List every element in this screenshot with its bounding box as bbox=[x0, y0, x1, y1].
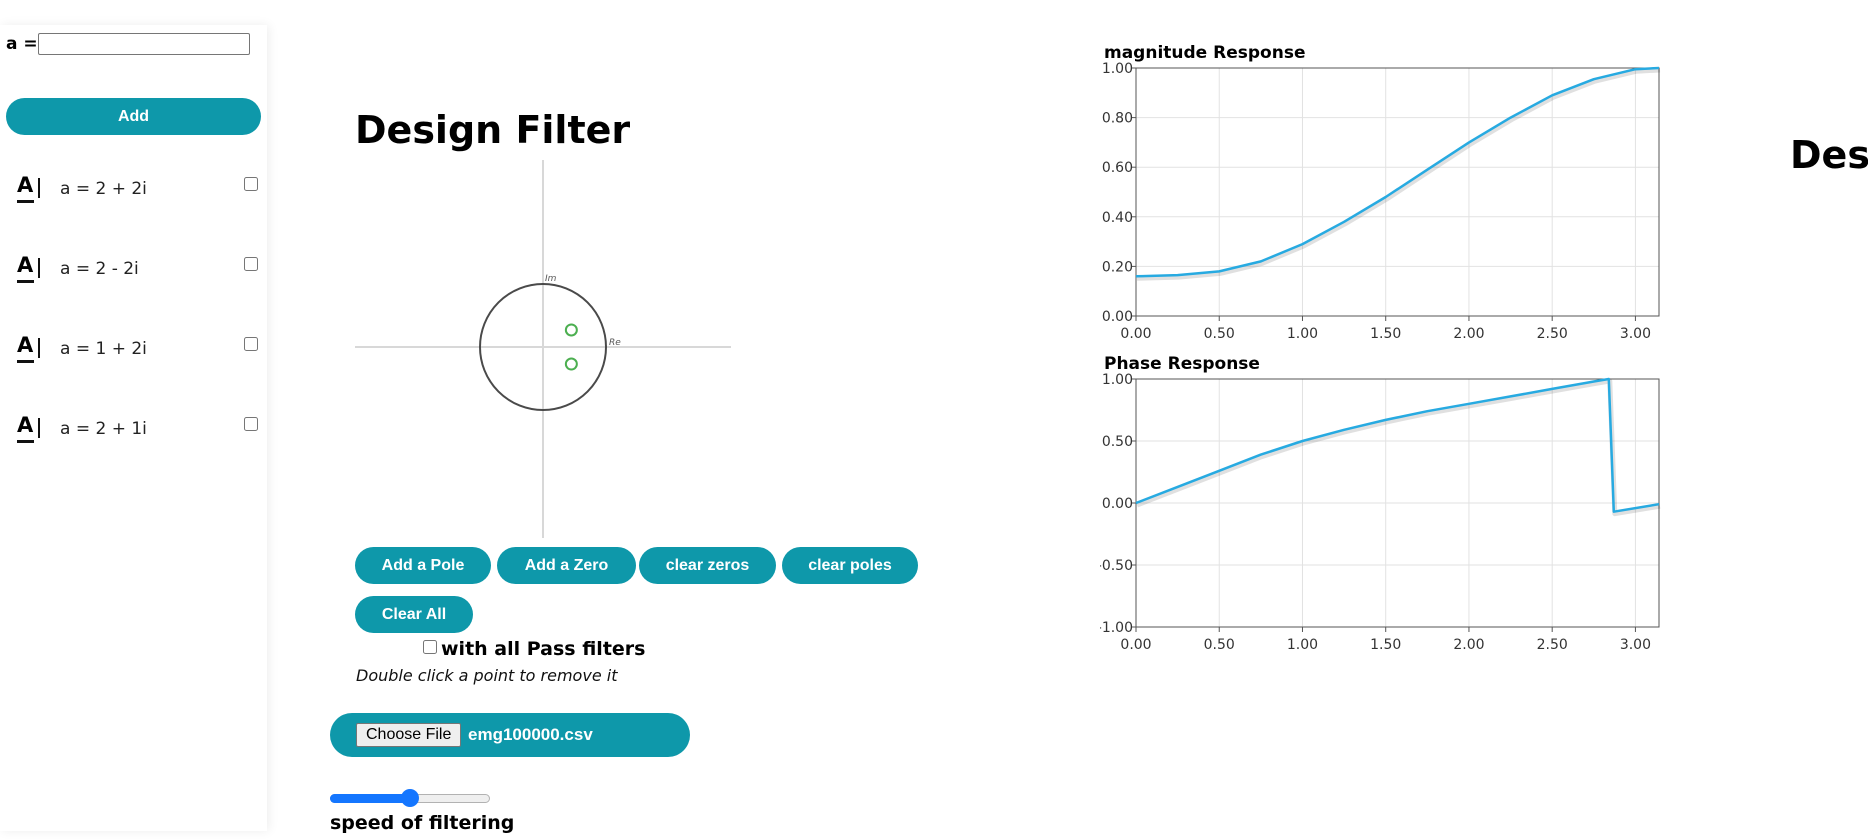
x-tick-label: 3.00 bbox=[1620, 637, 1651, 653]
text-format-icon[interactable]: A bbox=[17, 253, 41, 283]
magnitude-chart: 0.00 0.50 1.00 1.50 2.00 2.50 3.00 0.00 0.20 0.40… bbox=[1102, 62, 1661, 342]
y-tick-label: 0.00 bbox=[1102, 496, 1133, 512]
list-item: A a = 2 - 2i bbox=[17, 253, 262, 295]
x-tick-label: 1.50 bbox=[1370, 637, 1401, 653]
clear-all-button[interactable]: Clear All bbox=[355, 596, 473, 633]
zero-marker[interactable] bbox=[564, 357, 578, 371]
y-tick-label: 0.00 bbox=[1102, 309, 1133, 325]
sidebar: a = Add A a = 2 + 2i A a = 2 - 2i A a = … bbox=[0, 25, 267, 831]
slider-thumb[interactable] bbox=[401, 789, 419, 807]
y-tick-label: -1.00 bbox=[1100, 620, 1133, 636]
list-item-checkbox[interactable] bbox=[244, 417, 258, 431]
list-item: A a = 1 + 2i bbox=[17, 333, 262, 375]
list-item-label: a = 2 - 2i bbox=[60, 259, 139, 279]
add-zero-button[interactable]: Add a Zero bbox=[497, 547, 636, 584]
series-line bbox=[1135, 66, 1660, 278]
x-tick-label: 2.00 bbox=[1453, 326, 1484, 342]
phase-chart-title: Phase Response bbox=[1104, 354, 1260, 374]
y-tick-label: -0.50 bbox=[1100, 558, 1133, 574]
file-name: emg100000.csv bbox=[468, 725, 593, 744]
x-tick-label: 2.50 bbox=[1537, 326, 1568, 342]
list-item-checkbox[interactable] bbox=[244, 257, 258, 271]
speed-label: speed of filtering bbox=[330, 812, 515, 834]
x-tick-label: 1.00 bbox=[1287, 326, 1318, 342]
list-item-label: a = 1 + 2i bbox=[60, 339, 147, 359]
x-tick-label: 0.50 bbox=[1204, 637, 1235, 653]
list-item-checkbox[interactable] bbox=[244, 337, 258, 351]
x-tick-label: 0.00 bbox=[1120, 637, 1151, 653]
phase-chart: 0.00 0.50 1.00 1.50 2.00 2.50 3.00 -1.00 -0.50 0.… bbox=[1100, 373, 1661, 653]
x-tick-label: 2.00 bbox=[1453, 637, 1484, 653]
list-item-label: a = 2 + 2i bbox=[60, 179, 147, 199]
list-item-checkbox[interactable] bbox=[244, 177, 258, 191]
text-format-icon[interactable]: A bbox=[17, 333, 41, 363]
file-upload: Choose File emg100000.csv bbox=[330, 713, 690, 757]
all-pass-row: with all Pass filters bbox=[423, 638, 645, 660]
add-button[interactable]: Add bbox=[6, 98, 261, 135]
re-label: Re bbox=[609, 338, 621, 348]
text-format-icon[interactable]: A bbox=[17, 173, 41, 203]
choose-file-button[interactable]: Choose File bbox=[356, 723, 462, 747]
y-tick-label: 1.00 bbox=[1102, 62, 1133, 77]
magnitude-chart-title: magnitude Response bbox=[1104, 43, 1306, 63]
x-tick-label: 2.50 bbox=[1537, 637, 1568, 653]
remove-hint: Double click a point to remove it bbox=[356, 666, 618, 685]
a-value-input[interactable] bbox=[37, 33, 250, 55]
zero-marker[interactable] bbox=[564, 323, 578, 337]
side-title: Desi bbox=[1790, 133, 1868, 177]
clear-poles-button[interactable]: clear poles bbox=[782, 547, 918, 584]
y-tick-label: 0.20 bbox=[1102, 259, 1133, 275]
page-title: Design Filter bbox=[355, 108, 631, 152]
list-item: A a = 2 + 2i bbox=[17, 173, 262, 215]
y-tick-label: 1.00 bbox=[1102, 373, 1133, 388]
slider-fill bbox=[330, 794, 410, 803]
text-format-icon[interactable]: A bbox=[17, 413, 41, 443]
speed-slider[interactable] bbox=[330, 787, 490, 807]
series-line bbox=[1135, 377, 1660, 513]
y-tick-label: 0.50 bbox=[1102, 434, 1133, 450]
x-tick-label: 0.50 bbox=[1204, 326, 1235, 342]
all-pass-checkbox[interactable] bbox=[423, 640, 437, 654]
all-pass-label: with all Pass filters bbox=[441, 638, 646, 660]
series-shadow bbox=[1136, 378, 1661, 517]
x-tick-label: 1.00 bbox=[1287, 637, 1318, 653]
x-tick-label: 3.00 bbox=[1620, 326, 1651, 342]
y-tick-label: 0.60 bbox=[1102, 160, 1133, 176]
x-tick-label: 0.00 bbox=[1120, 326, 1151, 342]
a-input-row: a = bbox=[6, 33, 250, 55]
z-plane[interactable]: Im Re bbox=[355, 160, 735, 538]
x-tick-label: 1.50 bbox=[1370, 326, 1401, 342]
list-item: A a = 2 + 1i bbox=[17, 413, 262, 455]
clear-zeros-button[interactable]: clear zeros bbox=[639, 547, 776, 584]
list-item-label: a = 2 + 1i bbox=[60, 419, 147, 439]
series-shadow bbox=[1136, 67, 1661, 281]
add-pole-button[interactable]: Add a Pole bbox=[355, 547, 491, 584]
y-tick-label: 0.80 bbox=[1102, 111, 1133, 127]
y-tick-label: 0.40 bbox=[1102, 210, 1133, 226]
im-label: Im bbox=[545, 274, 557, 284]
a-label: a = bbox=[6, 34, 38, 54]
